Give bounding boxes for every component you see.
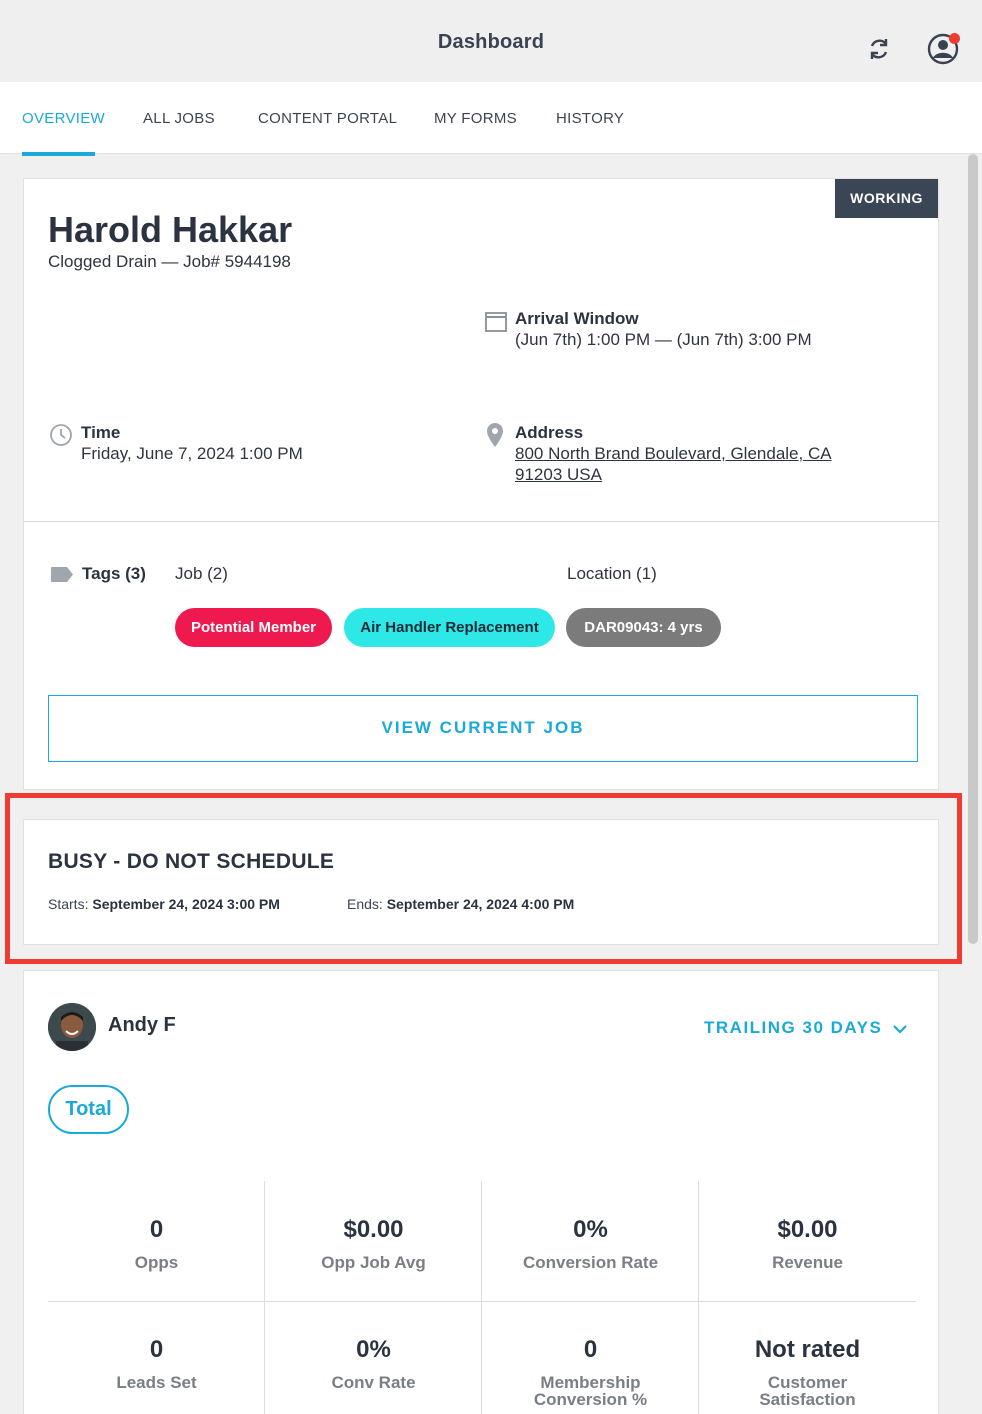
tag-air-handler-replacement: Air Handler Replacement xyxy=(344,608,555,647)
avatar xyxy=(48,1003,96,1051)
tag-location: DAR09043: 4 yrs xyxy=(566,608,721,647)
time-value: Friday, June 7, 2024 1:00 PM xyxy=(81,444,303,463)
tag-icon xyxy=(51,567,73,582)
stat-value: 0% xyxy=(356,1336,391,1363)
stat-label: Opps xyxy=(134,1253,179,1272)
stat-label: Conversion Rate xyxy=(522,1253,659,1272)
stat-value: Not rated xyxy=(754,1336,861,1363)
status-badge: WORKING xyxy=(835,179,938,218)
customer-name: Harold Hakkar xyxy=(48,209,293,250)
period-label: TRAILING 30 DAYS xyxy=(704,1018,883,1037)
top-bar: Dashboard xyxy=(0,0,982,82)
tab-content-portal[interactable]: CONTENT PORTAL xyxy=(258,110,397,127)
job-subtitle: Clogged Drain — Job# 5944198 xyxy=(48,252,291,271)
stat-label: Membership Conversion % xyxy=(533,1373,648,1409)
notification-dot xyxy=(949,33,960,44)
stat-label: Leads Set xyxy=(116,1373,197,1392)
stat-leads-set: 0 Leads Set xyxy=(48,1336,265,1391)
location-pin-icon xyxy=(487,423,503,447)
technician-stats-card: Andy F TRAILING 30 DAYS Total 0 Opps $0.… xyxy=(23,970,939,1414)
stat-customer-satisfaction: Not rated Customer Satisfaction xyxy=(699,1336,916,1408)
location-tags-label: Location (1) xyxy=(567,564,657,583)
clock-icon xyxy=(50,424,72,446)
arrival-window-label: Arrival Window xyxy=(515,309,639,328)
page-title: Dashboard xyxy=(437,31,545,53)
refresh-icon[interactable] xyxy=(864,34,894,64)
highlight-box xyxy=(5,793,962,964)
time-label: Time xyxy=(81,423,121,442)
tag-potential-member: Potential Member xyxy=(175,608,332,647)
technician-name: Andy F xyxy=(108,1014,176,1036)
address-label: Address xyxy=(515,423,584,442)
stat-membership-conversion: 0 Membership Conversion % xyxy=(482,1336,699,1408)
stat-revenue: $0.00 Revenue xyxy=(699,1216,916,1271)
period-dropdown[interactable]: TRAILING 30 DAYS xyxy=(704,1018,907,1038)
stat-label: Customer Satisfaction xyxy=(759,1373,856,1409)
stat-conv-rate: 0% Conv Rate xyxy=(265,1336,482,1391)
grid-row-divider xyxy=(48,1301,916,1302)
chevron-down-icon xyxy=(892,1024,907,1034)
scrollbar[interactable] xyxy=(968,154,978,944)
stat-value: $0.00 xyxy=(777,1216,838,1243)
active-tab-indicator xyxy=(22,152,95,156)
tab-bar: OVERVIEW ALL JOBS CONTENT PORTAL MY FORM… xyxy=(0,82,982,156)
stat-value: 0 xyxy=(149,1216,164,1243)
card-divider xyxy=(24,521,940,522)
stat-label: Conv Rate xyxy=(331,1373,416,1392)
stat-label: Revenue xyxy=(772,1253,843,1272)
stat-opps: 0 Opps xyxy=(48,1216,265,1271)
stat-value: 0% xyxy=(573,1216,608,1243)
tab-my-forms[interactable]: MY FORMS xyxy=(434,110,517,127)
job-tags-label: Job (2) xyxy=(175,564,228,583)
total-filter-button[interactable]: Total xyxy=(48,1085,129,1134)
arrival-window-value: (Jun 7th) 1:00 PM — (Jun 7th) 3:00 PM xyxy=(515,330,812,349)
tab-history[interactable]: HISTORY xyxy=(556,110,624,127)
calendar-icon xyxy=(485,312,507,332)
stat-conversion-rate: 0% Conversion Rate xyxy=(482,1216,699,1271)
stat-label: Opp Job Avg xyxy=(321,1253,426,1272)
current-job-card: WORKING Harold Hakkar Clogged Drain — Jo… xyxy=(23,178,940,790)
view-current-job-button[interactable]: VIEW CURRENT JOB xyxy=(48,695,918,762)
tags-count-label: Tags (3) xyxy=(82,564,146,583)
stat-value: 0 xyxy=(149,1336,164,1363)
stat-value: 0 xyxy=(583,1336,598,1363)
stat-value: $0.00 xyxy=(343,1216,404,1243)
tab-overview[interactable]: OVERVIEW xyxy=(22,110,105,127)
tab-all-jobs[interactable]: ALL JOBS xyxy=(143,110,215,127)
stat-opp-job-avg: $0.00 Opp Job Avg xyxy=(265,1216,482,1271)
address-link[interactable]: 800 North Brand Boulevard, Glendale, CA … xyxy=(515,443,875,485)
